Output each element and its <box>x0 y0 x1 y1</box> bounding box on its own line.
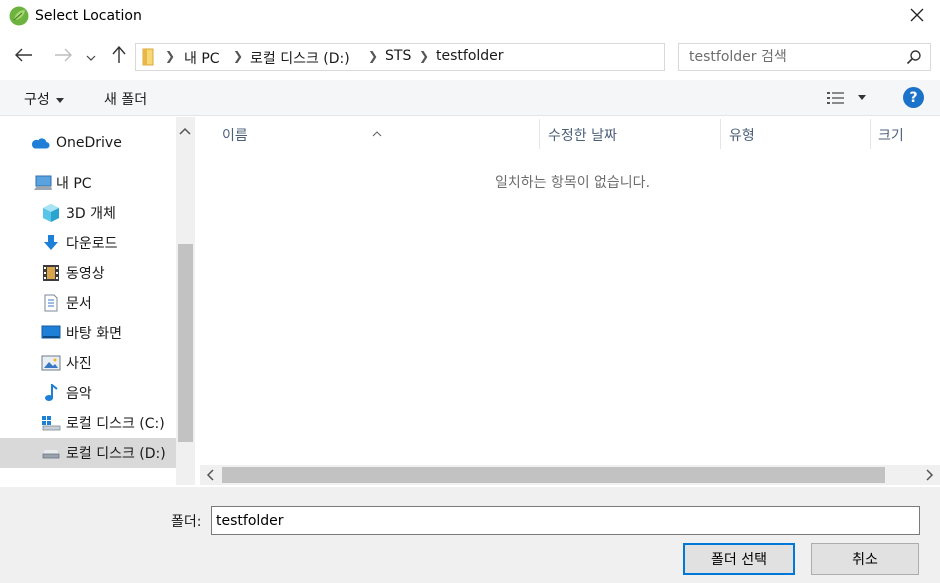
desktop-icon <box>41 323 61 343</box>
sidebar-item-onedrive[interactable]: OneDrive <box>0 128 176 158</box>
sidebar-item-pictures[interactable]: 사진 <box>0 348 176 378</box>
sidebar-item-3d-objects[interactable]: 3D 개체 <box>0 198 176 228</box>
sidebar-item-videos[interactable]: 동영상 <box>0 258 176 288</box>
cloud-icon <box>30 133 50 153</box>
recent-locations-button[interactable] <box>81 44 101 70</box>
sidebar-item-label: 다운로드 <box>66 236 118 252</box>
computer-icon <box>33 173 53 193</box>
empty-list-message: 일치하는 항목이 없습니다. <box>494 175 651 191</box>
sidebar-item-label: 음악 <box>66 386 92 402</box>
title-bar: Select Location <box>0 0 940 34</box>
sidebar-item-label: 로컬 디스크 (C:) <box>66 416 165 432</box>
cancel-button[interactable]: 취소 <box>811 543 919 575</box>
close-icon <box>910 8 924 26</box>
sidebar-item-label: 문서 <box>66 296 92 312</box>
sidebar-item-drive-d[interactable]: 로컬 디스크 (D:) <box>0 438 176 468</box>
scrollbar-thumb[interactable] <box>222 467 885 483</box>
file-list: 이름 수정한 날짜 유형 크기 일치하는 항목이 없습니다. <box>200 117 940 487</box>
breadcrumb-item[interactable]: 내 PC <box>184 48 220 68</box>
cube-icon <box>41 203 61 223</box>
breadcrumb-item[interactable]: 로컬 디스크 (D:) <box>250 48 350 68</box>
download-icon <box>41 233 61 253</box>
navigation-pane: OneDrive 내 PC 3D 개체 다운로드 동영상 문서 바탕 화면 사진… <box>0 117 196 485</box>
breadcrumb-chevron-icon: ❯ <box>368 49 379 63</box>
breadcrumb-chevron-icon: ❯ <box>419 49 430 63</box>
arrow-right-icon <box>54 48 72 66</box>
column-header-date[interactable]: 수정한 날짜 <box>540 117 720 151</box>
scroll-left-icon[interactable] <box>206 469 214 485</box>
breadcrumb-item[interactable]: STS <box>385 48 411 64</box>
breadcrumb-chevron-icon: ❯ <box>233 49 244 63</box>
file-list-scrollbar[interactable] <box>200 465 940 485</box>
organize-label: 구성 <box>24 92 50 108</box>
arrow-up-icon <box>112 45 126 68</box>
music-icon <box>41 383 61 403</box>
address-bar[interactable]: ❯ 내 PC ❯ 로컬 디스크 (D:) ❯ STS ❯ testfolder <box>135 43 796 71</box>
picture-icon <box>41 353 61 373</box>
command-bar: 구성 새 폴더 ? <box>0 80 940 116</box>
sidebar-item-label: 사진 <box>66 356 92 372</box>
drive-icon <box>41 443 61 463</box>
select-location-dialog: Select Location ❯ 내 PC ❯ 로컬 디스크 (D:) ❯ S… <box>0 0 940 583</box>
help-icon[interactable]: ? <box>903 87 924 108</box>
column-header-size[interactable]: 크기 <box>871 117 940 151</box>
column-label: 유형 <box>729 128 755 144</box>
sort-ascending-icon <box>372 125 382 141</box>
column-header-type[interactable]: 유형 <box>721 117 871 151</box>
folder-name-field[interactable] <box>211 506 920 535</box>
sidebar-item-label: 3D 개체 <box>66 206 116 222</box>
chevron-down-icon <box>86 49 96 65</box>
folder-label: 폴더: <box>171 514 202 530</box>
column-header-name[interactable]: 이름 <box>200 117 540 151</box>
organize-button[interactable]: 구성 <box>24 89 64 109</box>
sidebar-item-drive-c[interactable]: 로컬 디스크 (C:) <box>0 408 176 438</box>
search-icon[interactable] <box>906 49 922 69</box>
column-label: 크기 <box>878 128 904 144</box>
windows-drive-icon <box>41 413 61 433</box>
film-icon <box>41 263 61 283</box>
navigation-bar: ❯ 내 PC ❯ 로컬 디스크 (D:) ❯ STS ❯ testfolder <box>0 40 940 74</box>
column-label: 이름 <box>222 128 248 144</box>
sidebar-item-label: 바탕 화면 <box>66 326 122 342</box>
search-input[interactable] <box>689 47 899 67</box>
app-leaf-icon <box>9 6 29 26</box>
breadcrumb-chevron-icon: ❯ <box>165 49 176 63</box>
caret-down-icon <box>55 91 64 107</box>
select-folder-button[interactable]: 폴더 선택 <box>683 543 795 575</box>
sidebar-item-label: OneDrive <box>56 135 122 151</box>
scrollbar-thumb[interactable] <box>178 244 193 442</box>
sidebar-scrollbar[interactable] <box>176 117 195 485</box>
sidebar-item-this-pc[interactable]: 내 PC <box>0 168 176 198</box>
sidebar-item-label: 로컬 디스크 (D:) <box>66 446 166 462</box>
scroll-right-icon[interactable] <box>926 469 934 485</box>
sidebar-item-desktop[interactable]: 바탕 화면 <box>0 318 176 348</box>
view-options-button[interactable] <box>857 90 867 108</box>
document-icon <box>41 293 61 313</box>
up-button[interactable] <box>106 44 132 70</box>
window-title: Select Location <box>35 8 142 24</box>
dialog-footer: 폴더: 폴더 선택 취소 <box>0 487 940 583</box>
column-label: 수정한 날짜 <box>548 128 617 144</box>
sidebar-item-downloads[interactable]: 다운로드 <box>0 228 176 258</box>
folder-icon <box>140 48 156 70</box>
forward-button[interactable] <box>50 44 76 70</box>
details-view-icon[interactable] <box>826 90 846 110</box>
close-button[interactable] <box>894 0 940 34</box>
new-folder-button[interactable]: 새 폴더 <box>104 89 147 109</box>
scroll-up-icon[interactable] <box>179 123 191 139</box>
breadcrumb-item[interactable]: testfolder <box>436 48 504 64</box>
search-box <box>678 43 931 71</box>
back-button[interactable] <box>11 44 37 70</box>
sidebar-item-documents[interactable]: 문서 <box>0 288 176 318</box>
sidebar-item-label: 동영상 <box>66 266 105 282</box>
sidebar-item-label: 내 PC <box>56 176 92 192</box>
arrow-left-icon <box>15 48 33 66</box>
sidebar-item-music[interactable]: 음악 <box>0 378 176 408</box>
